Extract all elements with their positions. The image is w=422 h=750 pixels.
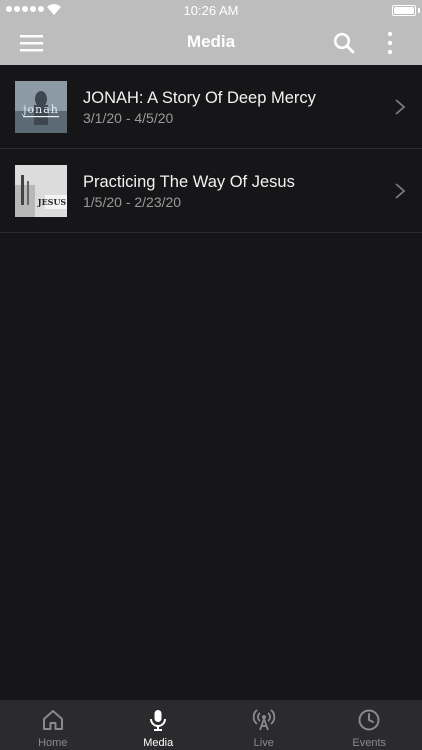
media-list: jonah JONAH: A Story Of Deep Mercy 3/1/2… (0, 65, 422, 233)
series-dates: 3/1/20 - 4/5/20 (83, 110, 174, 126)
status-time: 10:26 AM (183, 3, 239, 18)
nav-bar: Media (0, 20, 422, 65)
battery-icon (392, 5, 416, 16)
home-icon (42, 710, 63, 730)
clock-icon (358, 709, 380, 731)
tab-home[interactable]: Home (0, 700, 106, 750)
search-icon[interactable] (333, 32, 355, 54)
series-dates: 1/5/20 - 2/23/20 (83, 194, 182, 210)
broadcast-icon (252, 709, 275, 731)
status-bar: 10:26 AM (0, 0, 422, 20)
series-thumb-text: JESUS (37, 197, 67, 207)
tab-label: Home (38, 737, 68, 749)
tab-bar: Home Media Live Events (0, 700, 422, 750)
series-thumbnail: jonah (15, 81, 67, 133)
chevron-right-icon (395, 183, 406, 199)
microphone-icon (150, 710, 167, 731)
chevron-right-icon (395, 99, 406, 115)
media-series-row[interactable]: JESUS Practicing The Way Of Jesus 1/5/20… (0, 149, 422, 233)
series-title: Practicing The Way Of Jesus (83, 173, 295, 191)
tab-label: Media (143, 737, 174, 749)
series-thumbnail: JESUS (15, 165, 67, 217)
page-title: Media (186, 32, 236, 51)
media-series-row[interactable]: jonah JONAH: A Story Of Deep Mercy 3/1/2… (0, 65, 422, 149)
tab-events[interactable]: Events (317, 700, 422, 750)
tab-label: Events (352, 737, 387, 749)
tab-live[interactable]: Live (211, 700, 317, 750)
tab-media[interactable]: Media (106, 700, 212, 750)
series-thumb-text: jonah (21, 103, 59, 116)
more-vertical-icon[interactable] (378, 30, 402, 56)
series-title: JONAH: A Story Of Deep Mercy (83, 89, 316, 107)
tab-label: Live (253, 737, 274, 749)
